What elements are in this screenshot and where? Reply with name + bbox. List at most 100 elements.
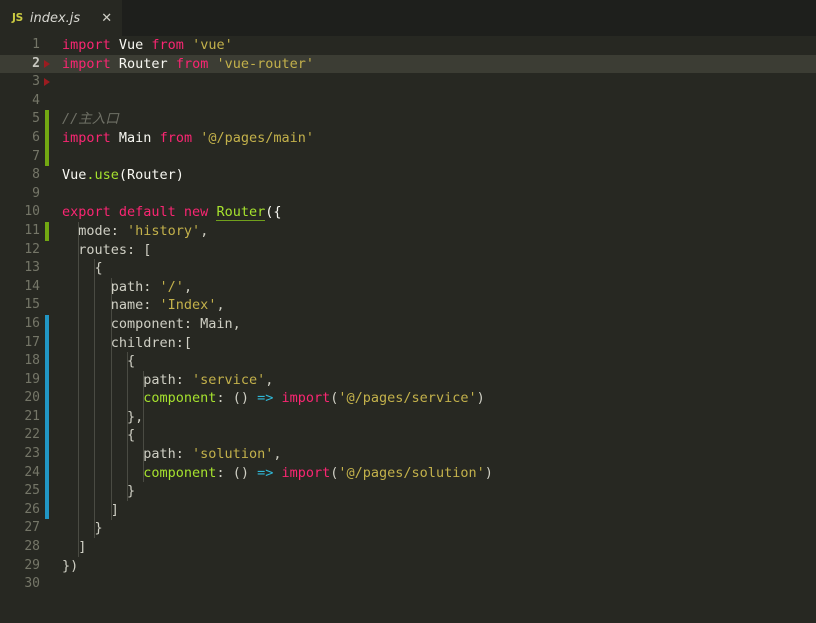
code-line[interactable]: 15 name: 'Index',	[0, 296, 816, 315]
token-str: '@/pages/main'	[200, 129, 315, 146]
javascript-file-icon: JS	[12, 12, 23, 24]
code-line[interactable]: 1 import Vue from 'vue'	[0, 36, 816, 55]
code-text: Vue.use(Router)	[62, 166, 184, 185]
change-bar-modified	[45, 333, 49, 353]
code-text: {	[62, 426, 135, 445]
editor-tab-index-js[interactable]: JS index.js ✕	[0, 0, 123, 36]
code-line[interactable]: 30	[0, 575, 816, 594]
code-text: path: '/',	[62, 278, 192, 297]
line-number: 4	[32, 92, 40, 108]
line-number: 3	[32, 74, 40, 90]
code-text: component: () => import('@/pages/service…	[62, 389, 484, 408]
code-text: {	[62, 352, 135, 371]
token-prop: },	[62, 408, 144, 425]
change-bar-modified	[45, 407, 49, 427]
code-line[interactable]: 16 component: Main,	[0, 314, 816, 334]
code-line[interactable]: 18 {	[0, 352, 816, 371]
line-number: 26	[24, 501, 40, 517]
change-bar-added	[45, 128, 49, 148]
code-line[interactable]: 20 component: () => import('@/pages/serv…	[0, 389, 816, 408]
change-bar-modified	[45, 482, 49, 501]
code-line[interactable]: 17 children:[	[0, 333, 816, 353]
token-prop: )	[484, 464, 493, 481]
code-line[interactable]: 6 import Main from '@/pages/main'	[0, 128, 816, 148]
code-line[interactable]: 3	[0, 73, 816, 92]
code-line[interactable]: 25 }	[0, 482, 816, 501]
token-prop: path:	[62, 278, 160, 295]
fold-arrow-icon[interactable]	[44, 78, 50, 87]
token-prop: ]	[62, 501, 119, 518]
token-str: '@/pages/service'	[338, 390, 477, 407]
token-str: 'vue'	[192, 37, 233, 53]
change-bar-added	[45, 110, 49, 129]
token-prop: ,	[216, 297, 225, 314]
token-fn: component	[62, 390, 217, 407]
close-icon[interactable]: ✕	[101, 12, 112, 25]
token-prop: mode:	[62, 222, 128, 239]
token-str: 'vue-router'	[216, 55, 315, 72]
code-text: routes: [	[62, 241, 151, 260]
code-line[interactable]: 2 import Router from 'vue-router'	[0, 54, 816, 74]
code-lines[interactable]: 1 import Vue from 'vue' 2 import Router fro…	[0, 36, 816, 594]
code-editor[interactable]: 1 import Vue from 'vue' 2 import Router fro…	[0, 36, 816, 623]
token-str: 'service'	[192, 371, 266, 388]
code-text: }	[62, 482, 135, 501]
tab-bar: JS index.js ✕	[0, 0, 816, 36]
token-prop: ,	[265, 371, 274, 388]
change-bar-modified	[45, 314, 49, 334]
code-line[interactable]: 9	[0, 185, 816, 204]
line-number: 18	[24, 353, 40, 369]
line-number: 25	[24, 483, 40, 499]
code-line[interactable]: 21 },	[0, 407, 816, 427]
token-plain: ({	[265, 204, 282, 221]
token-kw: from	[175, 55, 209, 72]
code-line[interactable]: 22 {	[0, 426, 816, 446]
token-prop: })	[62, 557, 79, 574]
code-line[interactable]: 10 export default new Router({	[0, 203, 816, 222]
code-line[interactable]: 13 {	[0, 259, 816, 278]
line-number: 24	[24, 464, 40, 480]
token-fn: .use	[86, 167, 119, 184]
token-prop: }	[62, 483, 136, 500]
code-text: component: () => import('@/pages/solutio…	[62, 464, 493, 483]
token-kw: import	[281, 390, 331, 407]
line-number: 16	[24, 315, 40, 331]
code-line[interactable]: 11 mode: 'history',	[0, 221, 816, 241]
line-number: 11	[24, 222, 40, 238]
token-kw: from	[159, 129, 193, 146]
code-text: //主入口	[62, 110, 119, 129]
code-line[interactable]: 27 }	[0, 519, 816, 538]
line-number: 28	[24, 539, 40, 555]
token-plain: Vue	[62, 167, 87, 184]
code-line[interactable]: 7	[0, 147, 816, 167]
code-line[interactable]: 23 path: 'solution',	[0, 445, 816, 464]
code-line[interactable]: 28 ]	[0, 538, 816, 557]
token-prop: name:	[62, 297, 160, 314]
code-line[interactable]: 14 path: '/',	[0, 278, 816, 297]
fold-arrow-icon[interactable]	[44, 59, 50, 68]
line-number: 15	[24, 297, 40, 313]
code-line[interactable]: 24 component: () => import('@/pages/solu…	[0, 463, 816, 483]
change-bar-modified	[45, 463, 49, 483]
line-number: 21	[24, 408, 40, 424]
token-prop: {	[62, 260, 103, 277]
code-line[interactable]: 26 ]	[0, 500, 816, 520]
code-text: import Vue from 'vue'	[62, 36, 233, 55]
code-text: path: 'service',	[62, 371, 273, 390]
line-number: 7	[32, 148, 40, 164]
code-line[interactable]: 12 routes: [	[0, 241, 816, 260]
line-number: 30	[24, 576, 40, 592]
code-line[interactable]: 5 //主入口	[0, 110, 816, 129]
code-line[interactable]: 4	[0, 92, 816, 111]
code-text: name: 'Index',	[62, 296, 225, 315]
code-line[interactable]: 8 Vue.use(Router)	[0, 166, 816, 185]
line-number: 13	[24, 260, 40, 276]
token-prop: ,	[273, 446, 282, 463]
code-line[interactable]: 19 path: 'service',	[0, 370, 816, 390]
code-line[interactable]: 29})	[0, 557, 816, 576]
token-under: Router	[216, 204, 266, 222]
token-prop: {	[62, 427, 136, 444]
code-text: children:[	[62, 334, 192, 353]
